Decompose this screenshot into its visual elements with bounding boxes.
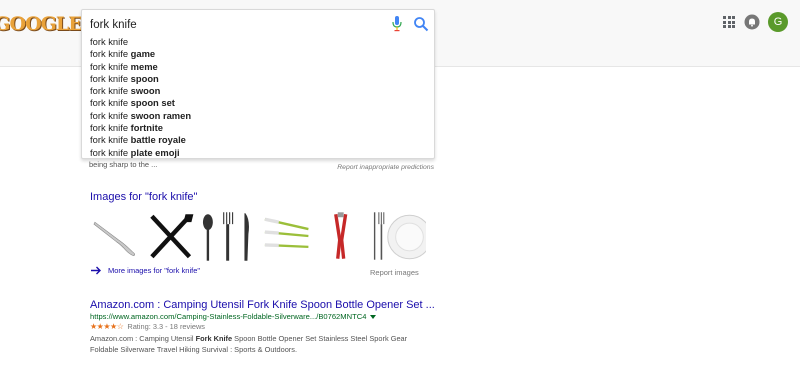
suggestion-item[interactable]: fork knife swoon ramen [82, 110, 434, 122]
suggestion-prefix: fork knife [90, 72, 129, 84]
suggestion-item[interactable]: fork knife fortnite [82, 122, 434, 134]
suggestion-item[interactable]: fork knife swoon [82, 85, 434, 97]
image-thumbnail-plate-cutlery[interactable] [367, 210, 426, 263]
image-thumbnail-plastic-cutlery[interactable] [258, 210, 315, 263]
top-bar: GOOGLE fork knife fork knife fork knife … [0, 0, 800, 159]
desc-text: Amazon.com : Camping Utensil [90, 334, 196, 343]
arrow-right-icon [91, 266, 101, 275]
suggestion-item[interactable]: fork knife game [82, 48, 434, 60]
search-box[interactable]: fork knife fork knife fork knife game fo… [81, 9, 435, 159]
result-url: https://www.amazon.com/Camping-Stainless… [90, 312, 377, 321]
caret-down-icon[interactable] [370, 314, 377, 319]
account-avatar[interactable]: G [768, 12, 788, 32]
suggestion-completion: meme [130, 60, 158, 72]
suggestion-completion: game [130, 48, 156, 60]
suggestion-prefix: fork knife [90, 60, 129, 72]
microphone-icon[interactable] [392, 16, 402, 32]
report-images-link[interactable]: Report images [370, 268, 419, 277]
suggestion-completion: spoon set [130, 97, 175, 109]
search-input[interactable]: fork knife [90, 14, 380, 36]
image-thumbnail-red-tongs[interactable] [316, 210, 366, 263]
suggestion-prefix: fork knife [90, 146, 129, 158]
image-thumbnail-crossed-fork-knife[interactable] [144, 210, 198, 263]
suggestion-prefix: fork knife [90, 48, 129, 60]
more-images-link[interactable]: More images for "fork knife" [91, 266, 200, 275]
search-icon[interactable] [413, 16, 429, 32]
suggestion-item[interactable]: fork knife [82, 36, 434, 48]
rating-row: ★★★★☆ Rating: 3.3 - 18 reviews [90, 322, 205, 331]
more-images-label: More images for "fork knife" [108, 266, 201, 275]
suggestion-prefix: fork knife [90, 85, 129, 97]
suggestion-completion: swoon ramen [130, 109, 192, 121]
suggestion-prefix: fork knife [90, 36, 129, 47]
desc-highlight: Fork Knife [195, 334, 233, 343]
suggestion-item[interactable]: fork knife battle royale [82, 134, 434, 146]
suggestion-completion: spoon [130, 72, 159, 84]
result-snippet-tail: being sharp to the ... [89, 160, 158, 169]
suggestion-completion: plate emoji [130, 146, 180, 158]
logo-text: GOOGLE [0, 13, 83, 35]
suggestion-completion: swoon [130, 85, 161, 97]
result-url-text: https://www.amazon.com/Camping-Stainless… [90, 312, 367, 321]
images-section-heading[interactable]: Images for "fork knife" [90, 191, 197, 203]
suggestion-prefix: fork knife [90, 122, 129, 134]
result-title-link[interactable]: Amazon.com : Camping Utensil Fork Knife … [90, 299, 435, 311]
notifications-bell-icon[interactable] [744, 14, 760, 30]
suggestion-prefix: fork knife [90, 97, 129, 109]
suggestion-item[interactable]: fork knife plate emoji [82, 147, 434, 159]
suggestion-item[interactable]: fork knife spoon [82, 73, 434, 85]
suggestion-prefix: fork knife [90, 109, 129, 121]
apps-grid-icon[interactable] [723, 16, 735, 28]
autocomplete-suggestions: fork knife fork knife game fork knife me… [82, 36, 434, 159]
star-rating: ★★★★☆ [90, 322, 124, 331]
suggestion-completion: battle royale [130, 134, 186, 146]
suggestion-item[interactable]: fork knife meme [82, 61, 434, 73]
rating-text: Rating: 3.3 - 18 reviews [127, 322, 205, 331]
google-doodle-logo[interactable]: GOOGLE [0, 10, 83, 38]
report-predictions-link[interactable]: Report inappropriate predictions [330, 164, 434, 171]
suggestion-prefix: fork knife [90, 134, 129, 146]
result-description: Amazon.com : Camping Utensil Fork Knife … [90, 334, 430, 355]
suggestion-completion: fortnite [130, 122, 163, 134]
image-thumbnail-spoon-fork-knife[interactable] [199, 210, 257, 263]
image-thumbnail-strip [89, 210, 426, 263]
suggestion-item[interactable]: fork knife spoon set [82, 97, 434, 109]
image-thumbnail-fork[interactable] [89, 210, 143, 263]
